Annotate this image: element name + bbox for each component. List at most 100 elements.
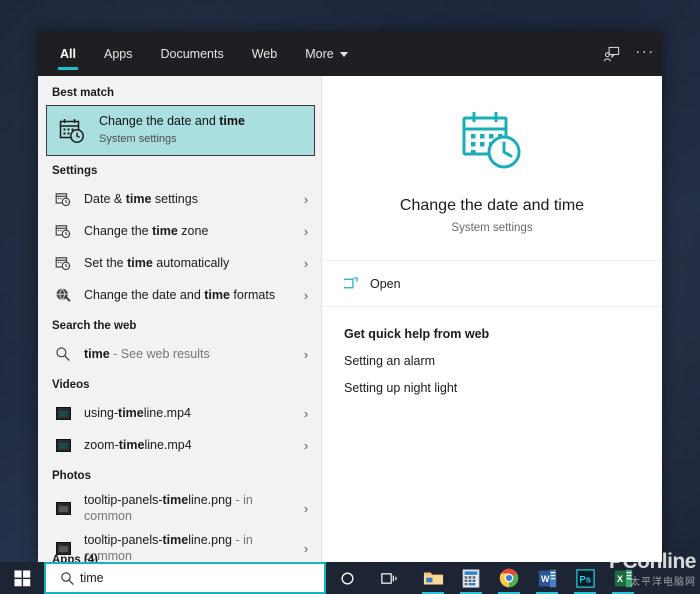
feedback-icon: [603, 46, 619, 62]
list-item-label: Change the date and time formats: [84, 288, 276, 302]
taskbar-app-file-explorer[interactable]: [416, 562, 450, 594]
open-action-button[interactable]: Open: [322, 269, 662, 298]
open-action-label: Open: [370, 276, 401, 291]
chevron-right-icon[interactable]: ›: [297, 193, 315, 206]
list-item-video-zoom-timeline[interactable]: zoom-timeline.mp4 ›: [38, 429, 321, 461]
list-item-photo-tooltip-panels-1[interactable]: tooltip-panels-timeline.png - in common …: [38, 488, 321, 528]
video-thumbnail-icon: [52, 438, 74, 452]
open-external-icon: [344, 276, 370, 291]
list-item-web-search-time[interactable]: time - See web results ›: [38, 338, 321, 370]
preview-hero: Change the date and time System settings: [322, 76, 662, 261]
tab-all[interactable]: All: [46, 32, 90, 76]
list-item-label: Date & time settings: [84, 192, 198, 206]
best-match-title: Change the date and time: [99, 114, 245, 128]
tab-more-label: More: [305, 47, 334, 61]
taskbar-app-photoshop[interactable]: Ps: [568, 562, 602, 594]
tab-documents-label: Documents: [160, 47, 224, 61]
calculator-icon: [462, 568, 480, 588]
chevron-right-icon[interactable]: ›: [297, 225, 315, 238]
chevron-right-icon[interactable]: ›: [297, 542, 315, 555]
section-heading-best-match: Best match: [52, 87, 114, 99]
search-flyout-panel: All Apps Documents Web More ··· Best mat…: [38, 32, 662, 562]
section-heading-apps-cutoff: Apps (4): [52, 554, 98, 562]
task-view-icon: [380, 572, 396, 584]
list-item-label: using-timeline.mp4: [84, 406, 191, 420]
chevron-right-icon[interactable]: ›: [297, 407, 315, 420]
preview-pane: Change the date and time System settings…: [322, 76, 662, 562]
taskbar-app-chrome[interactable]: [492, 562, 526, 594]
search-icon: [52, 346, 74, 362]
calendar-clock-icon: [52, 255, 74, 271]
list-item-video-using-timeline[interactable]: using-timeline.mp4 ›: [38, 397, 321, 429]
chevron-right-icon[interactable]: ›: [297, 257, 315, 270]
tab-apps-label: Apps: [103, 47, 133, 61]
word-icon: W: [538, 569, 556, 587]
help-section-heading: Get quick help from web: [344, 327, 490, 341]
photo-thumbnail-icon: [52, 501, 74, 515]
help-link-setting-up-night-light[interactable]: Setting up night light: [344, 381, 640, 395]
list-item-label: zoom-timeline.mp4: [84, 438, 192, 452]
list-item-date-time-settings[interactable]: Date & time settings ›: [38, 183, 321, 215]
region-format-icon: [52, 287, 74, 303]
best-match-subtitle: System settings: [99, 133, 177, 145]
file-explorer-icon: [423, 572, 443, 585]
svg-text:W: W: [541, 574, 550, 584]
help-link-setting-an-alarm[interactable]: Setting an alarm: [344, 354, 640, 368]
list-item-label: tooltip-panels-timeline.png - in common: [84, 533, 253, 562]
section-heading-videos: Videos: [52, 379, 90, 391]
tab-documents[interactable]: Documents: [146, 32, 237, 76]
svg-text:X: X: [617, 574, 623, 584]
more-options-button[interactable]: ···: [628, 32, 662, 76]
section-heading-search-the-web: Search the web: [52, 320, 137, 332]
taskbar-app-word[interactable]: W: [530, 562, 564, 594]
list-item-change-time-zone[interactable]: Change the time zone ›: [38, 215, 321, 247]
tab-more[interactable]: More: [291, 32, 361, 76]
list-item-change-date-time-formats[interactable]: Change the date and time formats ›: [38, 279, 321, 311]
photoshop-icon: Ps: [575, 568, 595, 588]
chevron-right-icon[interactable]: ›: [297, 289, 315, 302]
preview-subtitle: System settings: [451, 222, 533, 234]
section-heading-photos: Photos: [52, 470, 91, 482]
preview-title: Change the date and time: [399, 197, 585, 214]
taskbar-search-input[interactable]: time: [44, 562, 326, 594]
search-icon: [54, 571, 80, 586]
taskbar-app-excel[interactable]: X: [606, 562, 640, 594]
list-item-label: Set the time automatically: [84, 256, 230, 270]
chevron-right-icon[interactable]: ›: [297, 439, 315, 452]
preview-actions: Open: [322, 261, 662, 307]
feedback-button[interactable]: [594, 32, 628, 76]
taskbar-app-calculator[interactable]: [454, 562, 488, 594]
start-button[interactable]: [0, 562, 44, 594]
section-heading-settings: Settings: [52, 165, 98, 177]
cortana-button[interactable]: [326, 562, 368, 594]
tab-all-label: All: [60, 47, 76, 61]
preview-help-section: Get quick help from web Setting an alarm…: [322, 307, 662, 395]
flyout-body: Best match Change the date and time Syst…: [38, 76, 662, 562]
list-item-label: Change the time zone: [84, 224, 209, 238]
list-item-label: tooltip-panels-timeline.png - in common: [84, 493, 253, 523]
video-thumbnail-icon: [52, 406, 74, 420]
system-tray[interactable]: [694, 562, 700, 594]
tab-apps[interactable]: Apps: [90, 32, 147, 76]
taskbar-app-list: W Ps X: [410, 562, 640, 594]
calendar-clock-icon: [57, 117, 87, 145]
chevron-right-icon[interactable]: ›: [297, 348, 315, 361]
cortana-circle-icon: [340, 571, 354, 585]
calendar-clock-icon: [52, 223, 74, 239]
results-list-pane[interactable]: Best match Change the date and time Syst…: [38, 76, 322, 562]
calendar-clock-icon: [52, 191, 74, 207]
task-view-button[interactable]: [368, 562, 410, 594]
excel-icon: X: [614, 569, 632, 587]
calendar-clock-icon-large: [342, 108, 642, 179]
chevron-right-icon[interactable]: ›: [297, 502, 315, 515]
tabbar-spacer: [362, 32, 594, 76]
list-item-label: time - See web results: [84, 347, 210, 361]
windows-logo-icon: [13, 569, 30, 586]
best-match-result-change-date-and-time[interactable]: Change the date and time System settings: [46, 105, 315, 156]
more-options-icon: ···: [635, 42, 655, 60]
tab-web[interactable]: Web: [238, 32, 291, 76]
search-filter-tabbar: All Apps Documents Web More ···: [38, 32, 662, 76]
chrome-icon: [499, 568, 519, 588]
list-item-set-time-automatically[interactable]: Set the time automatically ›: [38, 247, 321, 279]
search-input-value: time: [80, 571, 104, 585]
